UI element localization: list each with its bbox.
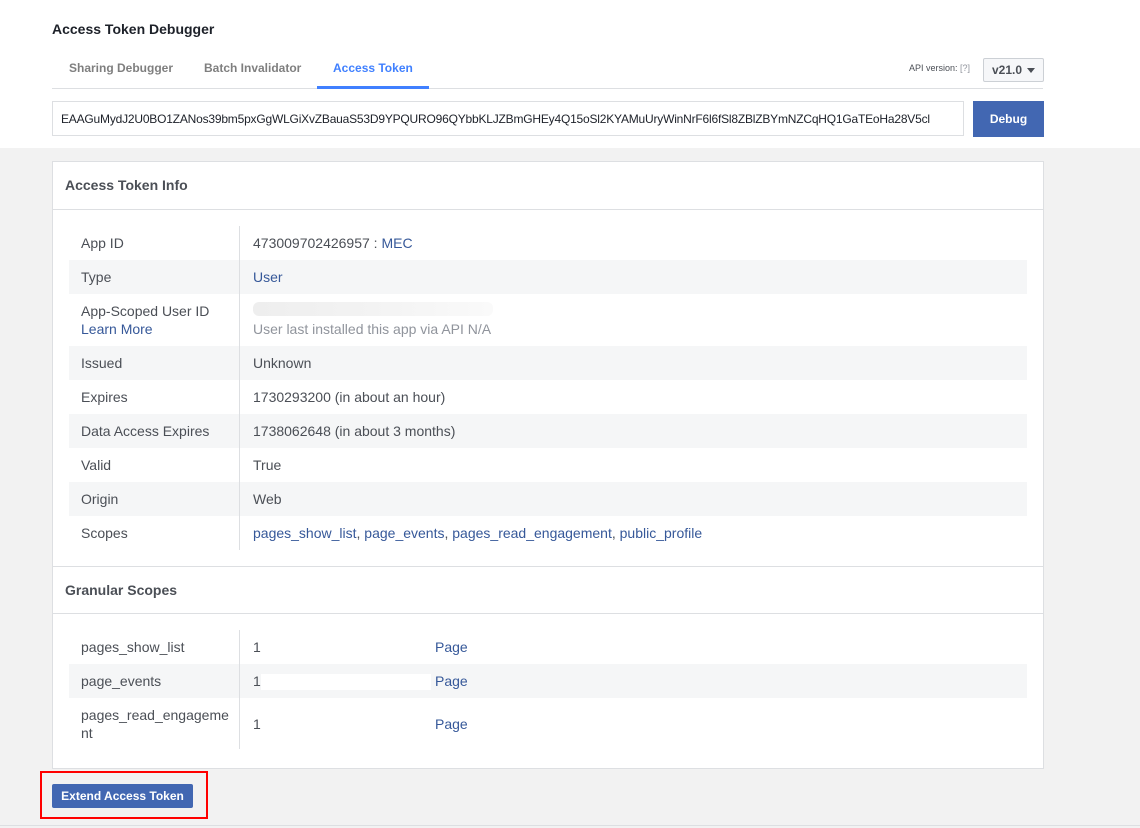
target-id: 1 <box>253 639 261 655</box>
value: 1 Page <box>240 672 468 691</box>
install-note: User last installed this app via API N/A <box>253 321 492 337</box>
value: Unknown <box>253 355 312 371</box>
row-app-id: App ID 473009702426957 : MEC <box>69 226 1027 260</box>
label: Valid <box>69 448 240 482</box>
tab-bar: Sharing Debugger Batch Invalidator Acces… <box>52 52 1043 89</box>
app-id-value: 473009702426957 : <box>253 235 382 251</box>
granular-row: pages_read_engagement 1 Page <box>69 698 468 749</box>
row-expires: Expires 1730293200 (in about an hour) <box>69 380 1027 414</box>
access-token-input[interactable] <box>52 101 964 136</box>
value: 473009702426957 : MEC <box>240 234 413 252</box>
extend-access-token-button[interactable]: Extend Access Token <box>52 784 193 808</box>
value: 1 Page <box>240 715 468 733</box>
section-header-granular-scopes: Granular Scopes <box>53 566 1043 614</box>
api-version-value: v21.0 <box>992 63 1023 77</box>
value: 1738062648 (in about 3 months) <box>253 423 456 439</box>
label-cell: App-Scoped User ID Learn More <box>69 294 240 346</box>
tab-sharing-debugger[interactable]: Sharing Debugger <box>53 52 189 89</box>
label: App-Scoped User ID <box>81 303 210 319</box>
value: User <box>253 269 283 285</box>
target-id-cell: 1 <box>253 672 435 691</box>
granular-scopes-table: pages_show_list 1 Page page_events 1 Page pa… <box>69 630 1027 749</box>
tab-batch-invalidator[interactable]: Batch Invalidator <box>188 52 317 89</box>
scope-link[interactable]: page_events <box>364 525 444 541</box>
debug-button[interactable]: Debug <box>973 101 1044 137</box>
row-data-access-expires: Data Access Expires 1738062648 (in about … <box>69 414 1027 448</box>
section-header-token-info: Access Token Info <box>53 162 1043 210</box>
value: 1 Page <box>240 638 468 656</box>
token-info-panel: Access Token Info App ID 473009702426957 … <box>52 161 1044 769</box>
redacted-user-id <box>253 302 493 316</box>
api-version-text: API version: <box>909 63 958 73</box>
api-version-select[interactable]: v21.0 <box>983 58 1044 82</box>
granular-row: pages_show_list 1 Page <box>69 630 1027 664</box>
target-id: 1 <box>253 672 261 689</box>
row-valid: Valid True <box>69 448 1027 482</box>
value: pages_show_list, page_events, pages_read… <box>240 524 702 542</box>
target-type-link[interactable]: Page <box>435 715 468 733</box>
label: App ID <box>69 226 240 260</box>
caret-down-icon <box>1027 68 1035 73</box>
scope-name: pages_show_list <box>69 630 240 664</box>
api-version-label: API version: [?] <box>909 63 970 73</box>
row-scopes: Scopes pages_show_list, page_events, page… <box>69 516 1027 550</box>
target-type-link[interactable]: Page <box>435 672 468 690</box>
token-info-table: App ID 473009702426957 : MEC Type User App… <box>69 226 1027 550</box>
scope-name: pages_read_engagement <box>69 698 240 749</box>
value: True <box>253 457 282 473</box>
redacted-block <box>260 674 431 691</box>
value: Web <box>253 491 282 507</box>
granular-row: page_events 1 Page <box>69 664 1027 698</box>
page-title: Access Token Debugger <box>52 21 215 37</box>
label: Data Access Expires <box>69 414 240 448</box>
row-issued: Issued Unknown <box>69 346 1027 380</box>
scope-link[interactable]: pages_show_list <box>253 525 357 541</box>
target-type-link[interactable]: Page <box>435 638 468 656</box>
scope-link[interactable]: pages_read_engagement <box>452 525 612 541</box>
label: Expires <box>69 380 240 414</box>
value: User last installed this app via API N/A <box>240 302 493 338</box>
tab-access-token[interactable]: Access Token <box>317 52 429 89</box>
top-bar: Access Token Debugger Sharing Debugger B… <box>0 0 1140 148</box>
label: Type <box>69 260 240 294</box>
value: 1730293200 (in about an hour) <box>253 389 446 405</box>
app-name-link[interactable]: MEC <box>381 235 412 251</box>
scope-name: page_events <box>69 664 240 698</box>
label: Issued <box>69 346 240 380</box>
divider <box>0 825 1140 826</box>
scope-link[interactable]: public_profile <box>620 525 703 541</box>
row-app-scoped-user-id: App-Scoped User ID Learn More User last in… <box>69 294 1027 346</box>
target-id: 1 <box>253 715 261 732</box>
row-type: Type User <box>69 260 1027 294</box>
row-origin: Origin Web <box>69 482 1027 516</box>
separator: , <box>611 525 620 541</box>
label: Origin <box>69 482 240 516</box>
label: Scopes <box>69 516 240 550</box>
learn-more-link[interactable]: Learn More <box>81 320 239 338</box>
help-link[interactable]: [?] <box>960 63 970 73</box>
